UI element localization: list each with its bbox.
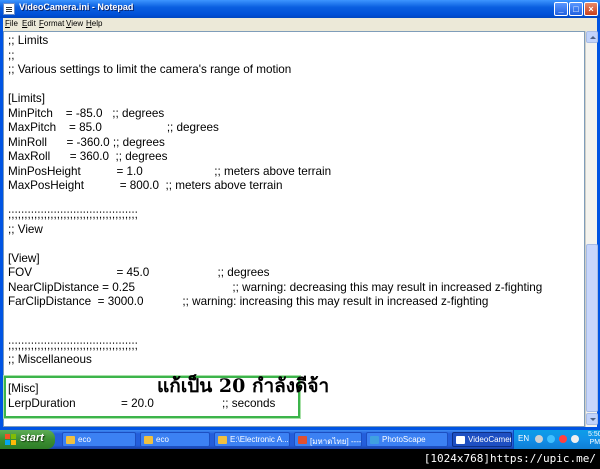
scroll-up-icon[interactable] bbox=[586, 31, 598, 43]
editor-line: FOV = 45.0 ;; degrees bbox=[8, 266, 270, 279]
editor-line: MaxPitch = 85.0 ;; degrees bbox=[8, 121, 219, 134]
menu-view-label: iew bbox=[71, 19, 84, 28]
annotation-text: แก้เป็น 20 กำลังดีจ้า bbox=[157, 375, 330, 397]
volume-icon[interactable] bbox=[571, 435, 579, 443]
taskbar-button-label: E:\Electronic A... bbox=[230, 435, 289, 444]
editor-line: NearClipDistance = 0.25 ;; warning: decr… bbox=[8, 280, 543, 294]
editor-line: ;; Miscellaneous bbox=[8, 353, 92, 366]
scroll-down-icon[interactable] bbox=[586, 413, 598, 425]
menu-help[interactable]: Help bbox=[86, 19, 102, 28]
clock-time: 5:50 bbox=[588, 431, 600, 438]
taskbar-button-label: VideoCamera.i... bbox=[468, 435, 512, 444]
editor-content[interactable]: ;; Limits;;;; Various settings to limit … bbox=[8, 34, 542, 411]
taskbar-button[interactable]: VideoCamera.i... bbox=[452, 432, 512, 447]
clock[interactable]: 5:50 PM bbox=[588, 431, 600, 447]
editor-line: ;; bbox=[8, 48, 15, 62]
taskbar-button-label: PhotoScape bbox=[382, 435, 426, 444]
app-icon bbox=[456, 436, 465, 444]
app-icon bbox=[218, 436, 227, 444]
editor-line: MaxRoll = 360.0 ;; degrees bbox=[8, 150, 168, 163]
app-icon bbox=[298, 436, 307, 444]
menu-file-label: ile bbox=[9, 19, 18, 28]
editor-line: MinRoll = -360.0 ;; degrees bbox=[8, 135, 165, 149]
taskbar-button[interactable]: PhotoScape bbox=[366, 432, 448, 447]
menu-help-label: elp bbox=[91, 19, 103, 28]
taskbar-button[interactable]: eco bbox=[62, 432, 136, 447]
taskbar: start eco eco E:\Electronic A... [มหาดไทย] … bbox=[0, 430, 600, 449]
menu-format-label: ormat bbox=[43, 19, 65, 28]
help-icon[interactable] bbox=[535, 435, 543, 443]
editor-line: FarClipDistance = 3000.0 ;; warning: inc… bbox=[8, 295, 489, 308]
editor-line: ;;;;;;;;;;;;;;;;;;;;;;;;;;;;;;;;;;;;;;;; bbox=[8, 208, 138, 221]
editor-line: ;;;;;;;;;;;;;;;;;;;;;;;;;;;;;;;;;;;;;;;; bbox=[8, 338, 138, 352]
menu-file[interactable]: File bbox=[5, 19, 18, 28]
editor-line: MinPitch = -85.0 ;; degrees bbox=[8, 106, 165, 120]
title-bar[interactable]: VideoCamera.ini - Notepad _ □ × bbox=[0, 0, 600, 18]
minimize-button[interactable]: _ bbox=[554, 2, 568, 16]
text-editor-area[interactable]: ;; Limits;;;; Various settings to limit … bbox=[3, 31, 585, 427]
notepad-icon bbox=[3, 3, 15, 15]
editor-line: [Limits] bbox=[8, 92, 46, 105]
editor-line: MinPosHeight = 1.0 ;; meters above terra… bbox=[8, 164, 332, 178]
language-indicator[interactable]: EN bbox=[518, 434, 529, 443]
editor-line: ;; View bbox=[8, 222, 43, 236]
taskbar-button[interactable]: [มหาดไทย] ------ ... bbox=[294, 432, 362, 447]
security-icon[interactable] bbox=[559, 435, 567, 443]
vertical-scrollbar[interactable] bbox=[585, 31, 598, 427]
taskbar-button-label: [มหาดไทย] ------ ... bbox=[310, 437, 362, 446]
menu-format[interactable]: Format bbox=[39, 19, 64, 28]
system-tray: EN 5:50 PM bbox=[513, 430, 600, 449]
app-icon bbox=[66, 436, 75, 444]
scroll-thumb[interactable] bbox=[586, 244, 598, 412]
taskbar-button-label: eco bbox=[78, 435, 91, 444]
image-watermark: [1024x768]https://upic.me/ bbox=[0, 449, 600, 469]
editor-line: ;; Limits bbox=[8, 34, 49, 47]
taskbar-button-label: eco bbox=[156, 435, 169, 444]
clock-period: PM bbox=[589, 439, 600, 446]
menu-bar: File Edit Format View Help bbox=[3, 18, 597, 31]
menu-view[interactable]: View bbox=[66, 19, 83, 28]
app-icon bbox=[144, 436, 153, 444]
network-icon[interactable] bbox=[547, 435, 555, 443]
menu-edit[interactable]: Edit bbox=[22, 19, 36, 28]
app-icon bbox=[370, 436, 379, 444]
editor-line: ;; Various settings to limit the camera'… bbox=[8, 63, 292, 76]
taskbar-button[interactable]: eco bbox=[140, 432, 210, 447]
taskbar-button[interactable]: E:\Electronic A... bbox=[214, 432, 290, 447]
notepad-window: VideoCamera.ini - Notepad _ □ × File Edit… bbox=[0, 0, 600, 430]
editor-line: MaxPosHeight = 800.0 ;; meters above ter… bbox=[8, 179, 283, 192]
menu-edit-label: dit bbox=[27, 19, 36, 28]
window-title: VideoCamera.ini - Notepad bbox=[19, 2, 134, 12]
editor-line: [View] bbox=[8, 251, 40, 265]
windows-logo-icon bbox=[5, 434, 16, 445]
maximize-button[interactable]: □ bbox=[569, 2, 583, 16]
start-button[interactable]: start bbox=[0, 430, 55, 449]
close-button[interactable]: × bbox=[584, 2, 598, 16]
start-label: start bbox=[20, 432, 44, 444]
